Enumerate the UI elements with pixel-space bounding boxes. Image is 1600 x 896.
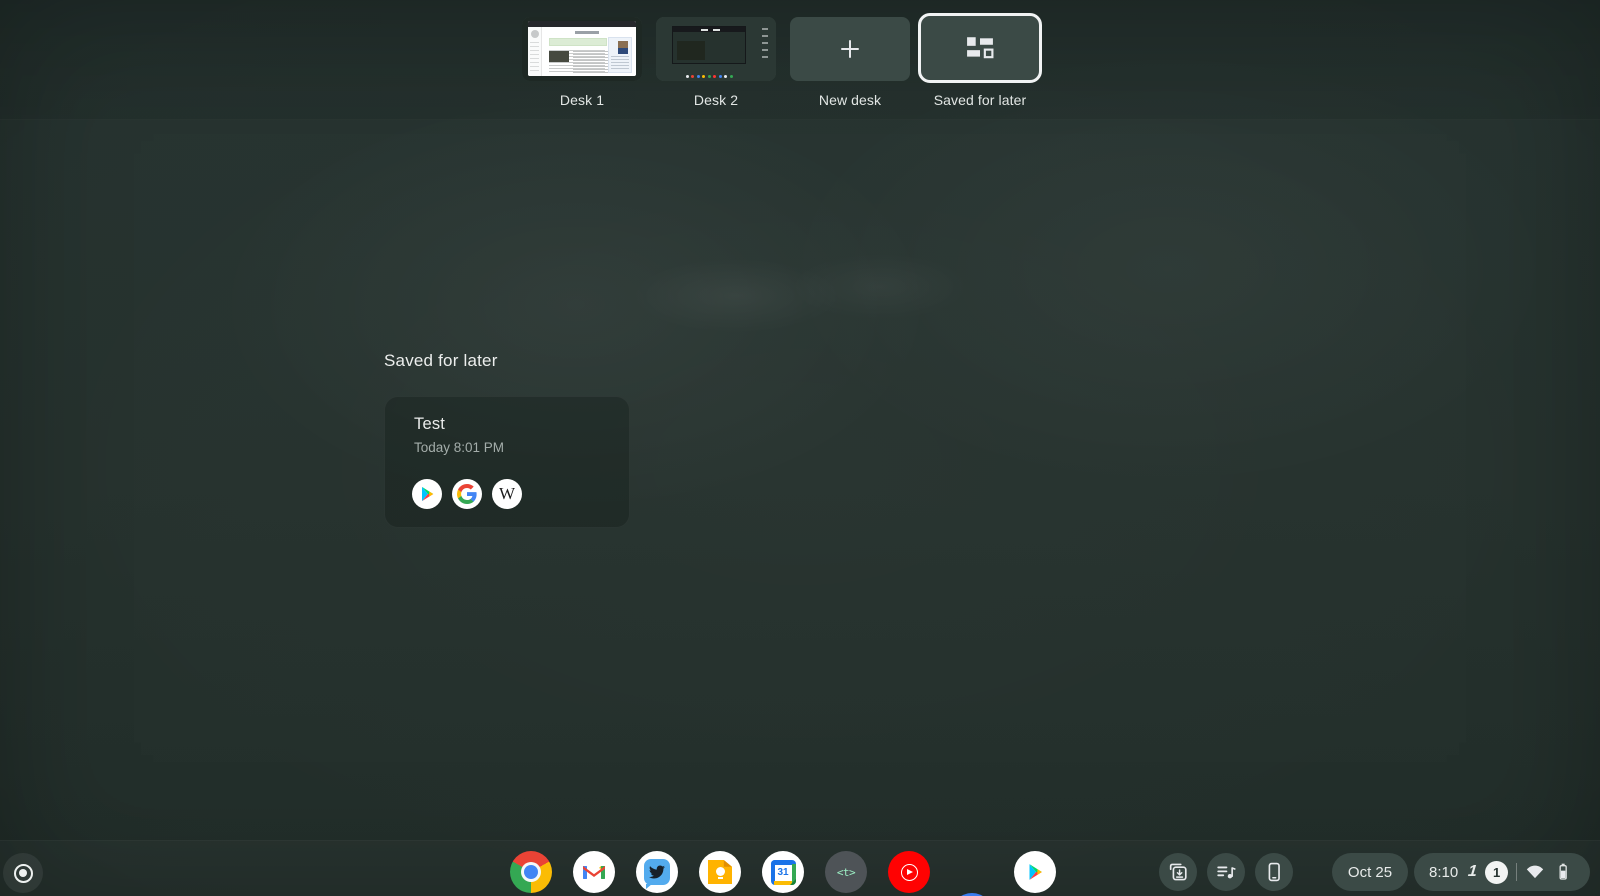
- saved-desk-card-title: Test: [414, 415, 445, 434]
- browser-window-preview: [528, 21, 636, 76]
- notification-count-badge: 1: [1485, 861, 1508, 884]
- clock-label: 8:10: [1429, 864, 1458, 881]
- shelf: 31 <t>: [0, 840, 1600, 896]
- phone-hub-icon: [1263, 861, 1285, 883]
- calendar-day-glyph: 31: [775, 865, 792, 881]
- saved-for-later-button[interactable]: [918, 13, 1042, 83]
- desk-1-preview: [522, 17, 642, 81]
- saved-for-later-tile-label[interactable]: Saved for later: [918, 91, 1042, 109]
- play-store-icon: [1024, 861, 1046, 883]
- desk-2-preview: [656, 17, 776, 81]
- shelf-app-play-store[interactable]: [1014, 851, 1056, 893]
- wikipedia-icon: W: [492, 479, 522, 509]
- media-controls-icon: [1215, 861, 1237, 883]
- notification-app-icon: 1: [1467, 863, 1478, 881]
- date-label: Oct 25: [1348, 864, 1392, 881]
- calendar-icon: 31: [771, 860, 796, 885]
- phone-hub-button[interactable]: [1255, 853, 1293, 891]
- text-app-icon: <t>: [837, 866, 855, 879]
- media-controls-button[interactable]: [1207, 853, 1245, 891]
- shelf-app-keep[interactable]: [699, 851, 741, 893]
- desk-2-thumbnail[interactable]: [656, 17, 776, 81]
- shelf-app-calendar[interactable]: 31: [762, 851, 804, 893]
- saved-desk-card[interactable]: Test Today 8:01 PM: [384, 396, 630, 528]
- tote-button[interactable]: [1159, 853, 1197, 891]
- date-tray[interactable]: Oct 25: [1332, 853, 1408, 891]
- launcher-button[interactable]: [3, 853, 43, 893]
- gmail-icon: [582, 863, 606, 882]
- keep-icon: [708, 860, 732, 884]
- tote-icon: [1167, 861, 1189, 883]
- desk-1-thumbnail[interactable]: [522, 17, 642, 81]
- launcher-icon: [14, 864, 33, 883]
- status-tray[interactable]: 8:10 1 1: [1414, 853, 1590, 891]
- google-play-icon: [412, 479, 442, 509]
- wikipedia-globe-preview: [531, 30, 539, 38]
- new-desk-label[interactable]: New desk: [790, 91, 910, 109]
- desk-1-label[interactable]: Desk 1: [522, 91, 642, 109]
- battery-icon: [1553, 862, 1573, 882]
- desk-2-label[interactable]: Desk 2: [656, 91, 776, 109]
- tray-divider: [1516, 863, 1517, 881]
- desks-bar: Desk 1: [0, 0, 1600, 120]
- dashboard-icon: [966, 36, 994, 60]
- saved-desk-card-app-icons: W: [412, 479, 522, 509]
- plus-icon: [839, 38, 861, 60]
- shelf-app-gmail[interactable]: [573, 851, 615, 893]
- shelf-app-youtube-music[interactable]: [888, 851, 930, 893]
- wifi-icon: [1525, 862, 1545, 882]
- youtube-music-icon: [901, 864, 918, 881]
- shelf-app-twitter[interactable]: [636, 851, 678, 893]
- chromeos-overview-screen: Desk 1: [0, 0, 1600, 896]
- shelf-app-chrome[interactable]: [510, 851, 552, 893]
- saved-desk-card-timestamp: Today 8:01 PM: [414, 440, 504, 455]
- shelf-app-text[interactable]: <t>: [825, 851, 867, 893]
- new-desk-button[interactable]: [790, 17, 910, 81]
- saved-for-later-heading: Saved for later: [384, 351, 498, 371]
- google-icon: [452, 479, 482, 509]
- twitter-icon: [644, 859, 670, 885]
